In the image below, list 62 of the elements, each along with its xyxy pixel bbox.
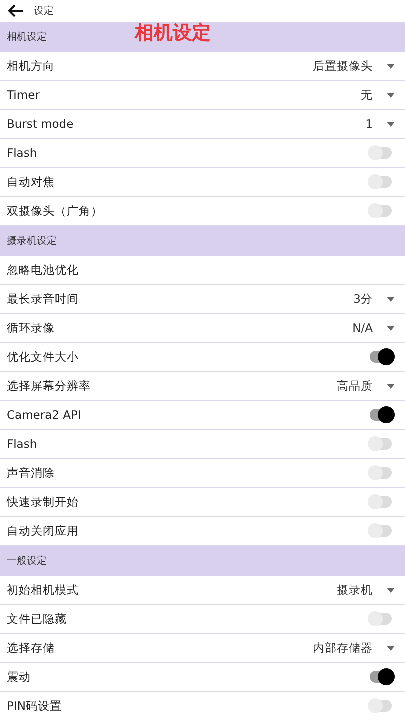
dropdown[interactable]: 无: [361, 88, 395, 102]
setting-label: 初始相机模式: [7, 582, 80, 598]
settings-row[interactable]: Timer 无: [0, 81, 405, 110]
dropdown[interactable]: 3分: [354, 292, 395, 306]
settings-row[interactable]: Burst mode 1: [0, 110, 405, 139]
settings-row[interactable]: PIN码设置: [0, 692, 405, 720]
dropdown[interactable]: 摄录机: [337, 582, 395, 598]
setting-label: 自动关闭应用: [7, 524, 80, 538]
settings-row[interactable]: Camera2 API: [0, 401, 405, 430]
annotation-text: 相机设定: [135, 21, 211, 46]
caret-icon: [387, 64, 395, 68]
setting-label: 文件已隐藏: [7, 612, 68, 626]
setting-label: PIN码设置: [7, 698, 63, 714]
setting-label: Flash: [7, 146, 38, 160]
setting-label: 优化文件大小: [7, 350, 80, 364]
setting-label: 最长录音时间: [7, 292, 80, 306]
settings-row[interactable]: 自动对焦: [0, 168, 405, 197]
section-title: 相机设定: [7, 30, 47, 44]
setting-label: 相机方向: [7, 58, 56, 74]
section-title: 一般设定: [7, 554, 47, 568]
settings-row[interactable]: 最长录音时间 3分: [0, 285, 405, 314]
setting-label: 忽略电池优化: [7, 262, 80, 278]
setting-label: 声音消除: [7, 466, 56, 480]
settings-row[interactable]: 选择存储 内部存储器: [0, 634, 405, 663]
caret-icon: [387, 588, 395, 592]
settings-row[interactable]: 文件已隐藏: [0, 605, 405, 634]
settings-row[interactable]: 声音消除: [0, 459, 405, 488]
settings-row[interactable]: 震动: [0, 663, 405, 692]
settings-row[interactable]: 相机方向 后置摄像头: [0, 52, 405, 81]
setting-label: Flash: [7, 437, 38, 451]
setting-label: Timer: [7, 88, 41, 102]
settings-row[interactable]: 优化文件大小: [0, 343, 405, 372]
setting-label: 选择存储: [7, 640, 56, 656]
settings-row[interactable]: 快速录制开始: [0, 488, 405, 517]
settings-row[interactable]: 忽略电池优化: [0, 256, 405, 285]
settings-row[interactable]: Flash: [0, 430, 405, 459]
setting-label: 震动: [7, 670, 32, 684]
caret-icon: [387, 122, 395, 126]
caret-icon: [387, 92, 395, 98]
dropdown[interactable]: 内部存储器: [313, 640, 395, 656]
settings-row[interactable]: 初始相机模式 摄录机: [0, 576, 405, 605]
setting-label: 快速录制开始: [7, 494, 80, 510]
page-title: 设定: [34, 4, 54, 18]
dropdown[interactable]: 后置摄像头: [313, 58, 395, 74]
setting-label: 自动对焦: [7, 174, 56, 190]
dropdown[interactable]: 高品质: [337, 378, 395, 394]
settings-row[interactable]: 循环录像 N/A: [0, 314, 405, 343]
settings-row[interactable]: Flash: [0, 139, 405, 168]
caret-icon: [387, 296, 395, 302]
back-button[interactable]: [8, 3, 24, 19]
caret-icon: [387, 326, 395, 330]
setting-label: Camera2 API: [7, 408, 82, 422]
dropdown[interactable]: N/A: [352, 321, 395, 335]
setting-label: 选择屏幕分辨率: [7, 378, 92, 394]
setting-label: 循环录像: [7, 320, 56, 336]
caret-icon: [387, 384, 395, 388]
section-title: 摄录机设定: [7, 234, 57, 248]
setting-label: 双摄像头（广角）: [7, 204, 104, 218]
setting-label: Burst mode: [7, 117, 75, 131]
caret-icon: [387, 646, 395, 650]
settings-row[interactable]: 选择屏幕分辨率 高品质: [0, 372, 405, 401]
dropdown[interactable]: 1: [366, 117, 395, 131]
